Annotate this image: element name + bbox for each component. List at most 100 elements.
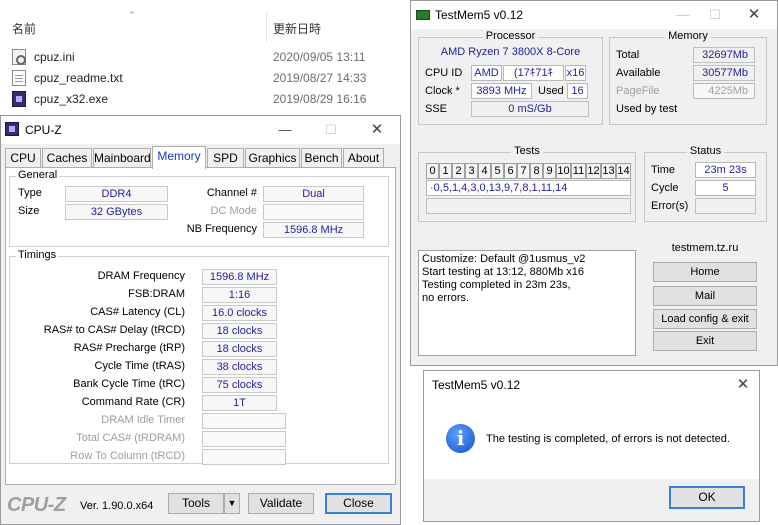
log-output[interactable]: Customize: Default @1usmus_v2 Start test… xyxy=(418,250,636,356)
log-line: Customize: Default @1usmus_v2 xyxy=(422,253,586,265)
file-date: 2019/08/27 14:33 xyxy=(273,71,367,85)
file-date: 2019/08/29 16:16 xyxy=(273,92,367,106)
load-config-exit-button[interactable]: Load config & exit xyxy=(653,309,757,329)
test-number-cell: 9 xyxy=(543,163,556,179)
tools-dropdown-arrow-icon[interactable]: ▼ xyxy=(224,493,240,514)
site-label: testmem.tz.ru xyxy=(671,242,739,254)
test-number-cell: 7 xyxy=(517,163,530,179)
maximize-button[interactable]: ☐ xyxy=(695,1,735,29)
test-number-cell: 14 xyxy=(616,163,631,179)
column-divider[interactable] xyxy=(266,12,267,42)
memory-type-value: DDR4 xyxy=(65,186,168,202)
test-number-cell: 10 xyxy=(556,163,571,179)
status-group-title: Status xyxy=(686,145,725,157)
dram-idle-timer-value xyxy=(202,413,286,429)
cpu-id-label: CPU ID xyxy=(425,67,463,79)
time-label: Time xyxy=(651,164,676,176)
total-memory-label: Total xyxy=(616,49,640,61)
test-number-cell: 2 xyxy=(452,163,465,179)
available-memory-label: Available xyxy=(616,67,661,79)
processor-name: AMD Ryzen 7 3800X 8-Core xyxy=(440,46,581,58)
home-button[interactable]: Home xyxy=(653,262,757,282)
trc-value: 75 clocks xyxy=(202,377,277,393)
ok-button[interactable]: OK xyxy=(669,486,745,509)
close-window-button[interactable]: ✕ xyxy=(357,116,397,144)
errors-value xyxy=(695,198,756,214)
dialog-title: TestMem5 v0.12 xyxy=(432,378,521,392)
tests-group: Tests 0 1 2 3 4 5 6 7 8 9 10 11 12 13 14… xyxy=(418,145,636,222)
file-row-cpuz-readme[interactable]: cpuz_readme.txt 2019/08/27 14:33 xyxy=(0,68,420,89)
used-threads-value: 16 xyxy=(567,83,588,99)
column-header-name[interactable]: 名前 xyxy=(12,20,36,37)
test-number-cell: 3 xyxy=(465,163,478,179)
timings-group: Timings DRAM Frequency 1596.8 MHz FSB:DR… xyxy=(9,249,389,465)
cas-latency-value: 16.0 clocks xyxy=(202,305,277,321)
tab-graphics[interactable]: Graphics xyxy=(245,148,300,168)
test-number-cell: 12 xyxy=(586,163,601,179)
test-number-cell: 4 xyxy=(478,163,491,179)
sse-value: 0 mS/Gb xyxy=(471,101,589,117)
used-label: Used xyxy=(538,85,564,97)
tras-value: 38 clocks xyxy=(202,359,277,375)
trcd-label: RAS# to CAS# Delay (tRCD) xyxy=(43,324,185,336)
tab-about[interactable]: About xyxy=(343,148,384,168)
test-number-cell: 1 xyxy=(439,163,452,179)
nb-frequency-value: 1596.8 MHz xyxy=(263,222,364,238)
file-date: 2020/09/05 13:11 xyxy=(273,50,366,64)
tools-button[interactable]: Tools xyxy=(168,493,224,514)
tab-cpu[interactable]: CPU xyxy=(5,148,41,168)
general-group-title: General xyxy=(16,169,60,181)
row-to-column-label: Row To Column (tRCD) xyxy=(70,450,185,462)
cpuz-exe-icon xyxy=(12,91,26,107)
dialog-button-bar: OK xyxy=(424,479,759,521)
maximize-button[interactable]: ☐ xyxy=(311,116,351,144)
cpuz-window: CPU-Z — ☐ ✕ CPU Caches Mainboard Memory … xyxy=(0,115,401,525)
type-label: Type xyxy=(18,187,42,199)
cpu-id-threads: x16 xyxy=(565,65,586,81)
processor-group-title: Processor xyxy=(482,30,539,42)
exit-button[interactable]: Exit xyxy=(653,331,757,351)
column-header-date[interactable]: 更新日時 xyxy=(273,20,321,37)
close-button[interactable]: Close xyxy=(325,493,392,514)
fsb-dram-label: FSB:DRAM xyxy=(128,288,185,300)
config-file-icon xyxy=(12,49,26,65)
testmem5-titlebar[interactable]: TestMem5 v0.12 — ☐ ✕ xyxy=(411,1,777,29)
command-rate-value: 1T xyxy=(202,395,277,411)
test-number-cell: 0 xyxy=(426,163,439,179)
tab-caches[interactable]: Caches xyxy=(42,148,92,168)
processor-group: Processor AMD Ryzen 7 3800X 8-Core CPU I… xyxy=(418,30,603,125)
tab-memory[interactable]: Memory xyxy=(152,146,206,169)
tab-spd[interactable]: SPD xyxy=(207,148,244,168)
validate-button[interactable]: Validate xyxy=(248,493,314,514)
cycle-label: Cycle xyxy=(651,182,679,194)
mail-button[interactable]: Mail xyxy=(653,286,757,306)
trc-label: Bank Cycle Time (tRC) xyxy=(73,378,185,390)
available-memory-value: 30577Mb xyxy=(693,65,755,81)
cpuz-app-icon xyxy=(5,122,19,136)
errors-label: Error(s) xyxy=(651,200,689,212)
clock-value: 3893 MHz xyxy=(471,83,532,99)
tab-bench[interactable]: Bench xyxy=(301,148,342,168)
cas-latency-label: CAS# Latency (CL) xyxy=(90,306,185,318)
sort-arrow-icon: ⌃ xyxy=(128,10,136,20)
cpuz-titlebar[interactable]: CPU-Z — ☐ ✕ xyxy=(1,116,400,144)
memory-size-value: 32 GBytes xyxy=(65,204,168,220)
file-row-cpuz-x32[interactable]: cpuz_x32.exe 2019/08/29 16:16 xyxy=(0,89,420,110)
fsb-dram-value: 1:16 xyxy=(202,287,277,303)
tab-mainboard[interactable]: Mainboard xyxy=(93,148,151,168)
clock-label: Clock * xyxy=(425,85,460,97)
log-line: Testing completed in 23m 23s, xyxy=(422,279,571,291)
testmem5-window-title: TestMem5 v0.12 xyxy=(435,8,524,22)
close-window-button[interactable]: ✕ xyxy=(734,1,774,29)
total-cas-label: Total CAS# (tRDRAM) xyxy=(76,432,185,444)
file-row-cpuz-ini[interactable]: cpuz.ini 2020/09/05 13:11 xyxy=(0,47,420,68)
close-dialog-button[interactable]: ✕ xyxy=(725,371,761,399)
total-cas-value xyxy=(202,431,286,447)
tras-label: Cycle Time (tRAS) xyxy=(94,360,185,372)
pagefile-value: 4225Mb xyxy=(693,83,755,99)
minimize-button[interactable]: — xyxy=(265,116,305,144)
test-number-cell: 13 xyxy=(601,163,616,179)
file-name: cpuz_x32.exe xyxy=(34,92,109,106)
dram-frequency-label: DRAM Frequency xyxy=(97,270,185,282)
cpuz-version: Ver. 1.90.0.x64 xyxy=(80,500,154,512)
